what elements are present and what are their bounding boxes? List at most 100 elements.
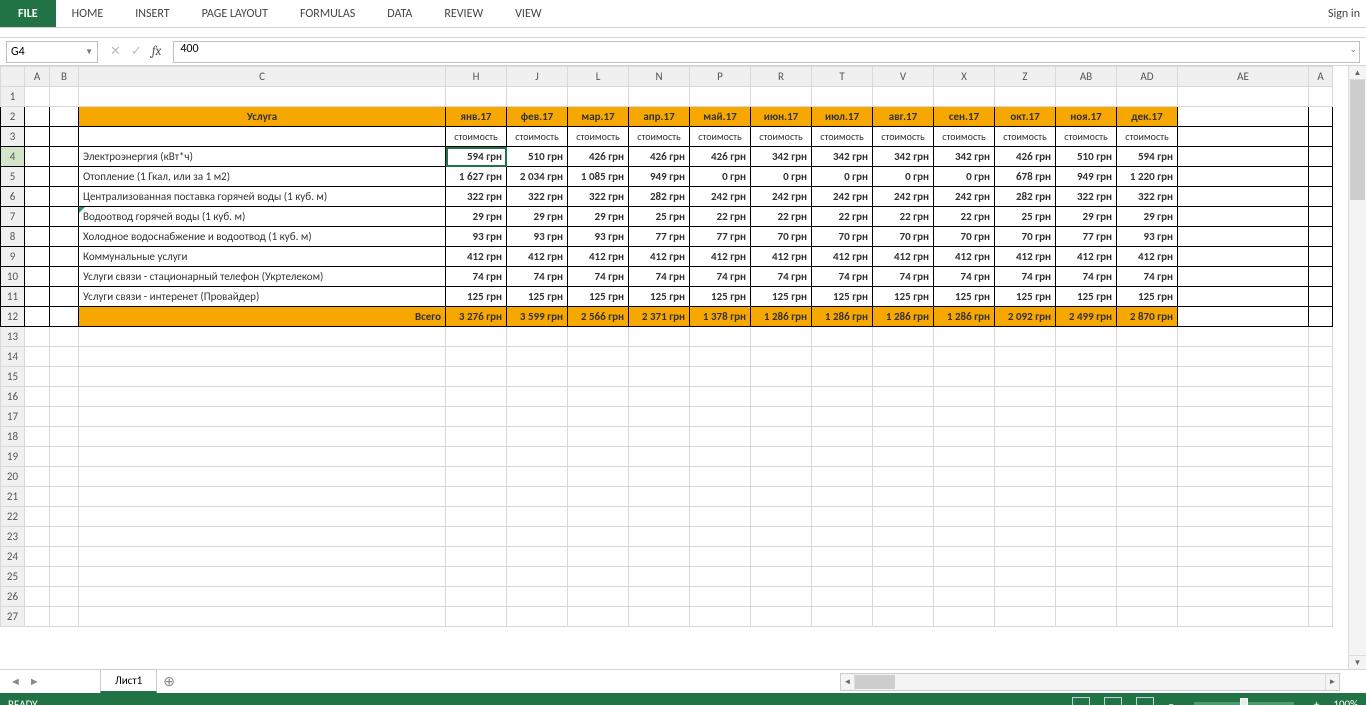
value-cell[interactable]: 125 грн xyxy=(507,287,568,307)
value-cell[interactable]: 29 грн xyxy=(568,207,629,227)
cell[interactable] xyxy=(25,507,50,527)
cell[interactable] xyxy=(1178,387,1309,407)
cell[interactable] xyxy=(1056,587,1117,607)
value-cell[interactable]: 93 грн xyxy=(446,227,507,247)
header-month[interactable]: дек.17 xyxy=(1117,107,1178,127)
cell[interactable] xyxy=(50,127,79,147)
cell[interactable] xyxy=(50,247,79,267)
cell[interactable] xyxy=(79,447,446,467)
cell[interactable] xyxy=(1309,347,1333,367)
cell[interactable] xyxy=(1178,227,1309,247)
value-cell[interactable]: 412 грн xyxy=(995,247,1056,267)
cell[interactable] xyxy=(751,367,812,387)
value-cell[interactable]: 322 грн xyxy=(1056,187,1117,207)
cell[interactable] xyxy=(751,487,812,507)
cell[interactable] xyxy=(25,87,50,107)
subheader-cost[interactable]: стоимость xyxy=(1117,127,1178,147)
cell[interactable] xyxy=(446,367,507,387)
value-cell[interactable]: 125 грн xyxy=(995,287,1056,307)
formula-expand-icon[interactable]: ⌄ xyxy=(1349,44,1357,55)
cell[interactable] xyxy=(25,367,50,387)
cell[interactable] xyxy=(1309,247,1333,267)
cell[interactable] xyxy=(79,567,446,587)
cell[interactable] xyxy=(995,407,1056,427)
cell[interactable] xyxy=(507,607,568,627)
header-month[interactable]: янв.17 xyxy=(446,107,507,127)
cell[interactable] xyxy=(50,487,79,507)
row-header[interactable]: 11 xyxy=(1,287,25,307)
cell[interactable] xyxy=(507,487,568,507)
cell[interactable] xyxy=(690,87,751,107)
formula-input[interactable]: 400 ⌄ xyxy=(173,41,1360,63)
cell[interactable] xyxy=(995,347,1056,367)
cell[interactable] xyxy=(812,427,873,447)
value-cell[interactable]: 594 грн xyxy=(446,147,507,167)
cell[interactable] xyxy=(812,587,873,607)
value-cell[interactable]: 74 грн xyxy=(629,267,690,287)
cell[interactable] xyxy=(25,527,50,547)
cell[interactable] xyxy=(873,507,934,527)
spreadsheet-grid[interactable]: A B C H J L N P R T V X Z AB AD AE A 1 2… xyxy=(0,66,1333,627)
row-header[interactable]: 12 xyxy=(1,307,25,327)
cell[interactable] xyxy=(25,587,50,607)
hscroll-thumb[interactable] xyxy=(855,675,895,689)
cell[interactable] xyxy=(1117,347,1178,367)
header-month[interactable]: ноя.17 xyxy=(1056,107,1117,127)
tab-review[interactable]: REVIEW xyxy=(428,0,499,27)
cell[interactable] xyxy=(507,367,568,387)
cell[interactable] xyxy=(1178,247,1309,267)
value-cell[interactable]: 74 грн xyxy=(507,267,568,287)
cell[interactable] xyxy=(50,307,79,327)
value-cell[interactable]: 74 грн xyxy=(1056,267,1117,287)
value-cell[interactable]: 93 грн xyxy=(568,227,629,247)
tab-page-layout[interactable]: PAGE LAYOUT xyxy=(186,0,284,27)
cell[interactable] xyxy=(934,467,995,487)
cell[interactable] xyxy=(690,547,751,567)
value-cell[interactable]: 125 грн xyxy=(873,287,934,307)
cell[interactable] xyxy=(507,387,568,407)
value-cell[interactable]: 282 грн xyxy=(995,187,1056,207)
cell[interactable] xyxy=(1309,607,1333,627)
cell[interactable] xyxy=(995,607,1056,627)
cell[interactable] xyxy=(25,607,50,627)
value-cell[interactable]: 412 грн xyxy=(446,247,507,267)
cell[interactable] xyxy=(507,447,568,467)
cell[interactable] xyxy=(1056,367,1117,387)
cell[interactable] xyxy=(25,387,50,407)
row-header[interactable]: 15 xyxy=(1,367,25,387)
cell[interactable] xyxy=(690,527,751,547)
cell[interactable] xyxy=(1309,547,1333,567)
subheader-cost[interactable]: стоимость xyxy=(995,127,1056,147)
cell[interactable] xyxy=(50,327,79,347)
cell[interactable] xyxy=(25,107,50,127)
cell[interactable] xyxy=(25,407,50,427)
cell[interactable] xyxy=(1178,467,1309,487)
cell[interactable] xyxy=(995,327,1056,347)
cell[interactable] xyxy=(50,147,79,167)
cell[interactable] xyxy=(1056,87,1117,107)
cell[interactable] xyxy=(1309,587,1333,607)
value-cell[interactable]: 1 220 грн xyxy=(1117,167,1178,187)
value-cell[interactable]: 125 грн xyxy=(751,287,812,307)
value-cell[interactable]: 322 грн xyxy=(507,187,568,207)
value-cell[interactable]: 22 грн xyxy=(934,207,995,227)
value-cell[interactable]: 322 грн xyxy=(568,187,629,207)
cell[interactable] xyxy=(1178,347,1309,367)
cell[interactable] xyxy=(446,607,507,627)
cell[interactable] xyxy=(1178,407,1309,427)
row-header[interactable]: 17 xyxy=(1,407,25,427)
row-header[interactable]: 3 xyxy=(1,127,25,147)
col-header[interactable]: A xyxy=(25,67,50,87)
cell[interactable] xyxy=(507,407,568,427)
cell[interactable] xyxy=(446,567,507,587)
cell[interactable] xyxy=(507,467,568,487)
cell[interactable] xyxy=(934,567,995,587)
cell[interactable] xyxy=(568,447,629,467)
cell[interactable] xyxy=(507,347,568,367)
value-cell[interactable]: 74 грн xyxy=(995,267,1056,287)
cell[interactable] xyxy=(1309,327,1333,347)
cell[interactable] xyxy=(25,247,50,267)
cell[interactable] xyxy=(79,407,446,427)
view-normal-icon[interactable] xyxy=(1072,697,1090,705)
col-header[interactable]: N xyxy=(629,67,690,87)
